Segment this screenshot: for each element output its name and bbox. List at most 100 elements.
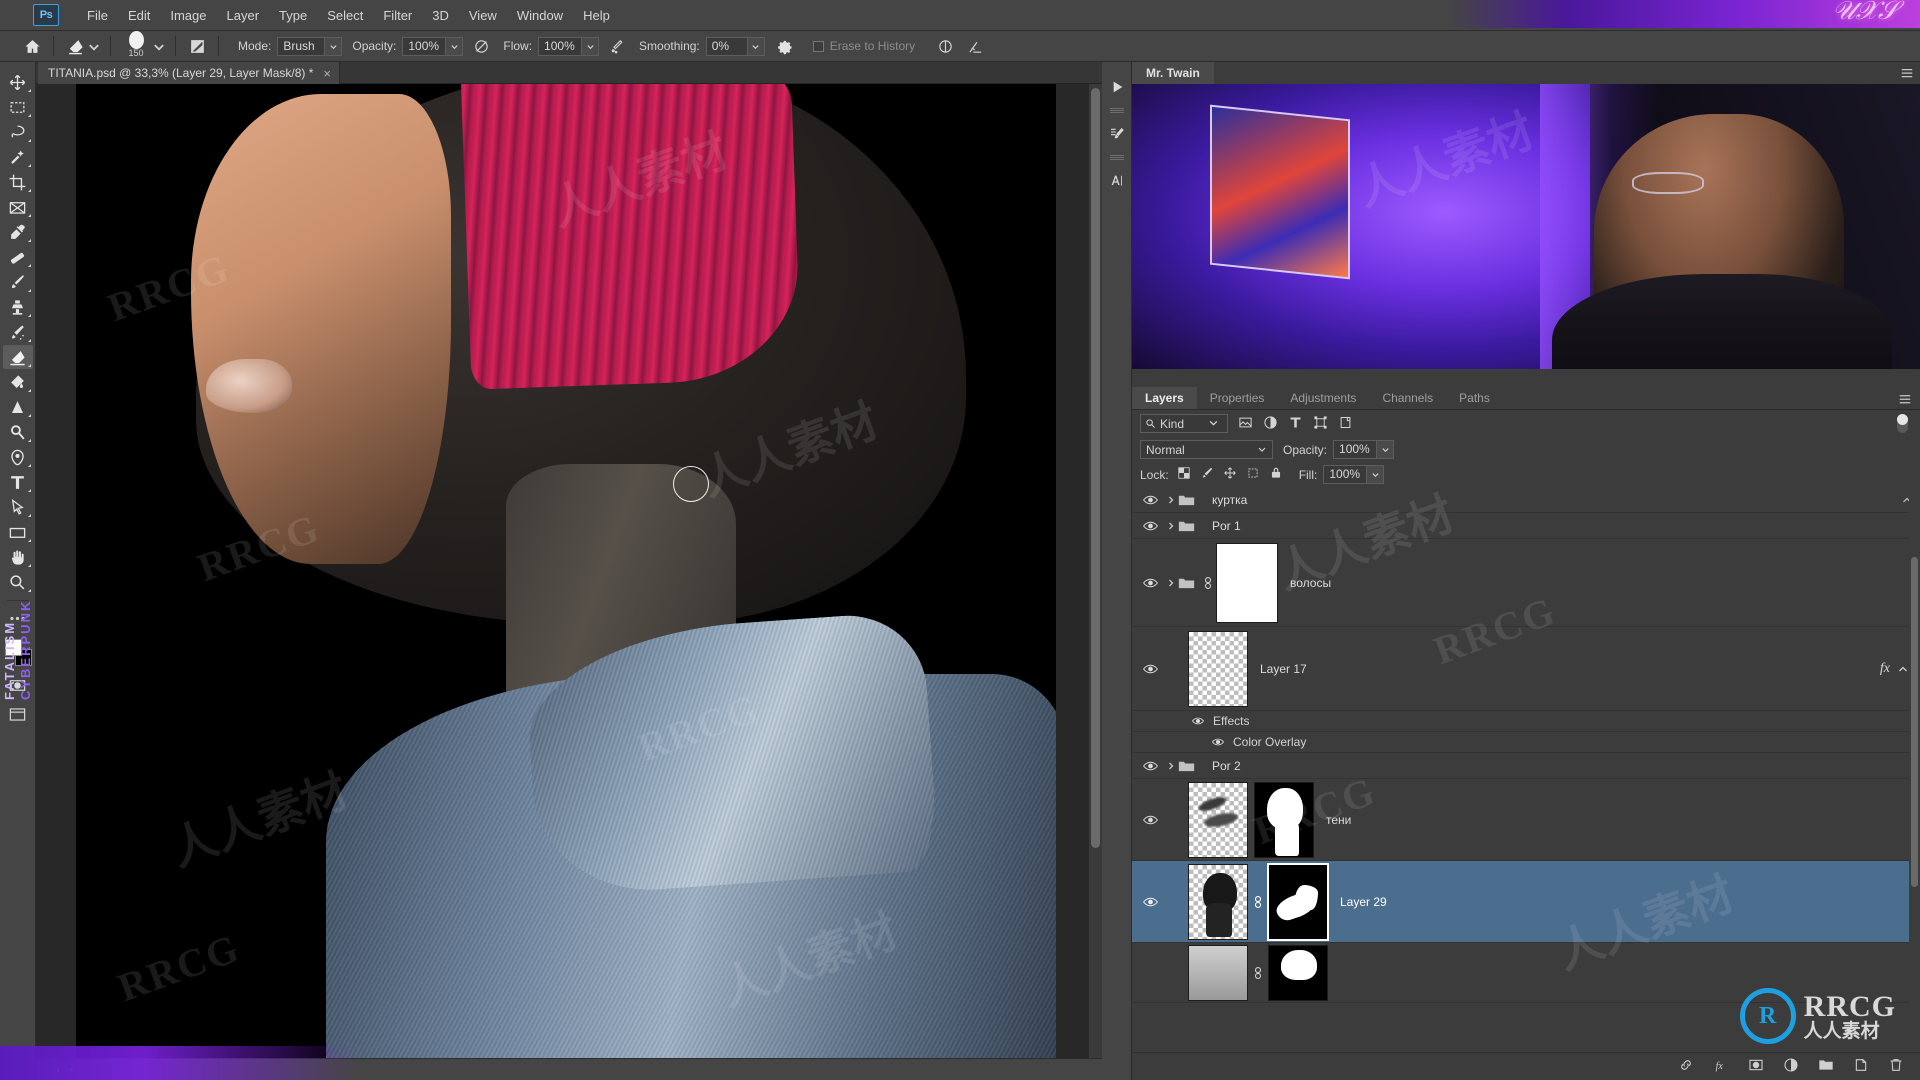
layer-row-layer29[interactable]: Layer 29 [1132,861,1920,943]
filter-pixel-icon[interactable] [1238,415,1253,433]
tab-properties[interactable]: Properties [1197,387,1278,409]
menu-type[interactable]: Type [269,0,317,31]
layer-mask-thumbnail[interactable] [1216,542,1278,623]
menu-help[interactable]: Help [573,0,620,31]
tool-clone-stamp[interactable] [3,295,33,319]
tool-path-selection[interactable] [3,495,33,519]
rail-grip[interactable] [1109,108,1124,113]
layer-effects-row[interactable]: Effects [1132,711,1920,732]
brush-settings-icon[interactable] [1104,119,1130,149]
eye-icon[interactable] [1136,896,1164,908]
color-swatches[interactable] [3,637,33,667]
link-icon[interactable] [1250,895,1266,909]
layer-row-group-por1[interactable]: Por 1 [1132,513,1920,539]
filter-type-icon[interactable] [1288,415,1303,433]
tool-rectangular-marquee[interactable] [3,95,33,119]
scrollbar-thumb[interactable] [1091,88,1100,848]
opacity-input[interactable]: 100% [402,36,447,56]
flow-chevron-down-icon[interactable] [582,36,600,56]
tool-preset-chevron-icon[interactable] [87,34,101,58]
smoothing-chevron-down-icon[interactable] [747,36,765,56]
artwork-image[interactable]: RRCG 人人素材 RRCG 人人素材 RRCG 人人素材 RRCG 人人素材 [76,84,1056,1059]
character-A-icon[interactable] [1104,166,1130,196]
chevron-right-icon[interactable] [1164,578,1178,588]
link-layers-icon[interactable] [1678,1057,1694,1076]
foreground-color-swatch[interactable] [4,639,22,656]
lock-position-icon[interactable] [1223,466,1237,483]
layer-thumbnail[interactable] [1188,630,1248,707]
menu-window[interactable]: Window [507,0,573,31]
brush-size-preview[interactable]: 150 [120,31,152,60]
layer-thumbnail[interactable] [1188,781,1248,858]
canvas-vertical-scrollbar[interactable] [1089,84,1102,1067]
scrollbar-thumb[interactable] [1911,557,1918,887]
eraser-preset-icon[interactable] [63,34,87,58]
chevron-up-icon[interactable] [1898,662,1908,676]
close-icon[interactable]: × [323,67,331,80]
layer-row-group-por2[interactable]: Por 2 [1132,753,1920,779]
tool-magic-wand[interactable] [3,145,33,169]
lock-transparent-pixels-icon[interactable] [1177,466,1191,483]
mode-chevron-down-icon[interactable] [325,36,343,56]
mode-select[interactable]: Brush [277,36,326,56]
home-icon[interactable] [20,34,44,58]
tablet-pressure-icon[interactable] [963,34,987,58]
eye-icon[interactable] [1136,520,1164,532]
chevron-right-icon[interactable] [1164,521,1178,531]
fill-chevron-down-icon[interactable] [1367,465,1385,484]
menu-select[interactable]: Select [317,0,373,31]
pressure-opacity-icon[interactable] [469,34,493,58]
new-layer-icon[interactable] [1853,1057,1869,1076]
tab-adjustments[interactable]: Adjustments [1277,387,1369,409]
lock-all-icon[interactable] [1269,466,1283,483]
tool-zoom[interactable] [3,570,33,594]
tool-lasso[interactable] [3,120,33,144]
fill-input[interactable]: 100% [1323,465,1368,484]
layer-opacity-input[interactable]: 100% [1333,440,1378,459]
quick-mask-icon[interactable] [3,673,33,697]
eye-icon[interactable] [1136,663,1164,675]
panel-menu-icon[interactable] [1898,393,1912,404]
tool-crop[interactable] [3,170,33,194]
airbrush-icon[interactable] [605,34,629,58]
new-group-icon[interactable] [1818,1057,1834,1076]
screen-mode-icon[interactable] [3,702,33,726]
lock-artboard-nesting-icon[interactable] [1246,466,1260,483]
layer-row-group-volosy[interactable]: волосы [1132,539,1920,627]
eye-icon[interactable] [1136,760,1164,772]
chevron-right-icon[interactable] [1164,761,1178,771]
chevron-down-icon[interactable] [1208,417,1223,431]
tool-brush[interactable] [3,270,33,294]
video-panel-divider[interactable] [1132,369,1920,387]
video-reference-image[interactable]: 人人素材 [1132,84,1920,369]
eye-icon[interactable] [1210,737,1226,747]
link-icon[interactable] [1250,966,1266,980]
layer-list[interactable]: куртка Por 1 волосы Layer 17 fx Effects … [1132,487,1920,1042]
tool-history-brush[interactable] [3,320,33,344]
brush-panel-icon[interactable] [185,34,209,58]
tool-eraser[interactable] [2,345,33,369]
tool-eyedropper[interactable] [3,220,33,244]
menu-image[interactable]: Image [160,0,216,31]
tab-channels[interactable]: Channels [1369,387,1446,409]
layer-row-teni[interactable]: тени [1132,779,1920,861]
layer-thumbnail[interactable] [1188,944,1248,1001]
document-tab[interactable]: TITANIA.psd @ 33,3% (Layer 29, Layer Mas… [38,62,340,84]
layer-fx-indicator[interactable]: fx [1880,661,1908,677]
eye-icon[interactable] [1136,494,1164,506]
fx-icon[interactable]: fx [1880,661,1890,677]
eye-icon[interactable] [1136,814,1164,826]
tool-type[interactable] [3,470,33,494]
filter-enable-toggle[interactable] [1897,414,1908,433]
link-icon[interactable] [1200,576,1216,590]
panel-menu-icon[interactable] [1900,67,1914,79]
brush-preset-chevron-icon[interactable] [152,34,166,58]
tab-layers[interactable]: Layers [1132,387,1197,409]
layer-opacity-chevron-down-icon[interactable] [1377,440,1395,459]
tool-hand[interactable] [3,545,33,569]
menu-layer[interactable]: Layer [217,0,270,31]
menu-3d[interactable]: 3D [422,0,459,31]
play-icon[interactable] [1104,72,1130,102]
menu-edit[interactable]: Edit [118,0,160,31]
new-fill-adjustment-layer-icon[interactable] [1783,1057,1799,1076]
